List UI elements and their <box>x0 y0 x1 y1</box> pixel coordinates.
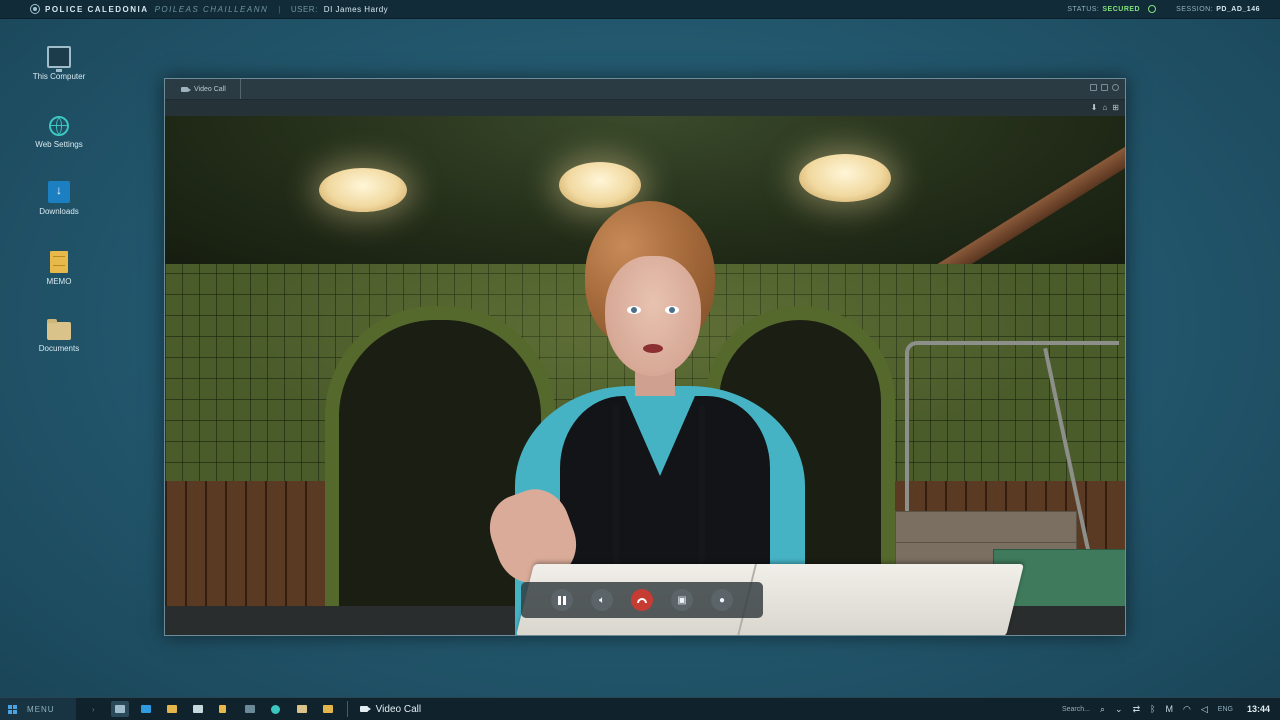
memo-icon <box>218 705 226 713</box>
network-icon[interactable]: ⇄ <box>1133 704 1141 715</box>
call-controls-bar: 🔈︎ ▣ ● <box>521 582 763 618</box>
maximize-button[interactable] <box>1101 84 1108 91</box>
status-value: SECURED <box>1102 5 1141 13</box>
tab-title: Video Call <box>194 85 226 93</box>
download-icon[interactable]: ⬇ <box>1091 103 1098 112</box>
video-feed: 🔈︎ ▣ ● <box>165 116 1125 635</box>
folder-icon <box>47 319 71 340</box>
caller-eye <box>665 306 679 314</box>
memo-icon <box>50 251 68 273</box>
taskbar-app-video-call[interactable]: Video Call <box>354 704 427 715</box>
taskbar-globe-icon[interactable] <box>267 701 285 717</box>
topbar-separator: | <box>278 4 281 14</box>
mail-icon <box>140 705 151 713</box>
display-icon <box>244 705 255 713</box>
session-label: SESSION: <box>1176 5 1214 13</box>
taskbar-divider <box>346 701 348 717</box>
desktop-icon-downloads[interactable]: Downloads <box>20 181 98 216</box>
desktop-icon-label: MEMO <box>46 277 72 286</box>
user-name: DI James Hardy <box>323 4 389 14</box>
desktop-icon-this-computer[interactable]: This Computer <box>20 46 98 81</box>
volume-button[interactable]: 🔈︎ <box>591 589 613 611</box>
home-icon[interactable]: ⌂ <box>1102 103 1107 112</box>
expand-icon[interactable]: ⊞ <box>1112 103 1119 112</box>
window-controls <box>1090 84 1119 91</box>
desktop-icon-label: Web Settings <box>35 140 83 149</box>
ceiling-lamp <box>319 168 407 212</box>
taskbar-user-icon[interactable] <box>189 701 207 717</box>
monitor-icon <box>114 705 125 713</box>
taskbar-display-icon[interactable] <box>241 701 259 717</box>
ceiling-lamp <box>799 154 891 202</box>
status-label: STATUS: <box>1067 5 1100 13</box>
taskbar-search[interactable]: Search... <box>1062 706 1090 713</box>
bluetooth-icon[interactable]: ᛒ <box>1150 704 1155 714</box>
start-label: MENU <box>27 704 55 714</box>
wifi-icon[interactable]: ◠ <box>1183 704 1191 715</box>
search-icon[interactable]: ⌕ <box>1100 704 1105 715</box>
clock[interactable]: 13:44 <box>1247 704 1270 714</box>
speaker-icon: 🔈︎ <box>599 594 605 606</box>
globe-icon <box>49 116 69 136</box>
microphone-icon: ● <box>718 594 726 606</box>
top-status-bar: POLICE CALEDONIA POILEAS CHAILLEANN | US… <box>0 0 1280 19</box>
desktop-icon-label: Documents <box>38 344 80 353</box>
video-call-window[interactable]: Video Call ⬇ ⌂ ⊞ 🔈︎ ▣ ● <box>164 78 1126 636</box>
pause-button[interactable] <box>551 589 573 611</box>
desktop-icon-documents[interactable]: Documents <box>20 318 98 353</box>
caller-face <box>605 256 701 376</box>
session-value: PD_AD_146 <box>1216 5 1260 13</box>
window-titlebar[interactable]: Video Call <box>165 79 1125 100</box>
microphone-button[interactable]: ● <box>711 589 733 611</box>
close-button[interactable] <box>1112 84 1119 91</box>
minimize-button[interactable] <box>1090 84 1097 91</box>
org-name-gaelic: POILEAS CHAILLEANN <box>154 4 269 14</box>
end-call-button[interactable] <box>631 589 653 611</box>
user-label: USER: <box>290 4 318 14</box>
tab-video-call[interactable]: Video Call <box>165 79 241 99</box>
taskbar-app-label: Video Call <box>375 703 422 715</box>
mail-tray-icon[interactable]: M <box>1166 704 1174 714</box>
taskbar: MENU › Video Call Search... ⌕ ⌄ ⇄ ᛒ M ◠ … <box>0 697 1280 720</box>
user-icon <box>192 705 203 713</box>
chevron-right-icon[interactable]: › <box>92 705 95 714</box>
org-name: POLICE CALEDONIA <box>45 4 149 14</box>
system-tray: Search... ⌕ ⌄ ⇄ ᛒ M ◠ ◁ ENG 13:44 <box>1062 698 1270 720</box>
camera-icon <box>359 706 371 712</box>
globe-icon <box>270 705 280 714</box>
caller-mouth <box>643 344 663 353</box>
camera-off-button[interactable]: ▣ <box>671 589 693 611</box>
folder-icon <box>296 705 307 713</box>
folder-icon <box>166 705 177 713</box>
taskbar-documents-icon[interactable] <box>319 701 337 717</box>
caller-eye <box>627 306 641 314</box>
taskbar-memo-icon[interactable] <box>215 701 233 717</box>
desktop-icon-memo[interactable]: MEMO <box>20 251 98 286</box>
camera-icon <box>181 86 191 92</box>
camera-off-icon: ▣ <box>677 594 687 606</box>
shield-status-icon <box>1148 5 1157 13</box>
window-toolbar: ⬇ ⌂ ⊞ <box>165 100 1125 116</box>
volume-icon[interactable]: ◁ <box>1201 704 1208 715</box>
taskbar-folder-icon[interactable] <box>163 701 181 717</box>
download-icon <box>48 181 70 203</box>
desktop-icon-label: This Computer <box>32 72 86 81</box>
monitor-icon <box>47 46 71 72</box>
police-logo-icon <box>30 4 40 14</box>
topbar-right: STATUS: SECURED SESSION: PD_AD_146 <box>1067 0 1260 18</box>
desktop-icon-web-settings[interactable]: Web Settings <box>20 116 98 149</box>
taskbar-files-icon[interactable] <box>293 701 311 717</box>
language-indicator[interactable]: ENG <box>1218 706 1233 713</box>
folder-icon <box>322 705 333 713</box>
start-menu-button[interactable]: MENU <box>0 698 76 720</box>
desktop-icon-label: Downloads <box>39 207 79 216</box>
taskbar-computer-icon[interactable] <box>110 701 129 717</box>
chevron-down-icon[interactable]: ⌄ <box>1115 704 1123 715</box>
taskbar-mail-icon[interactable] <box>137 701 155 717</box>
start-logo-icon <box>8 704 17 714</box>
